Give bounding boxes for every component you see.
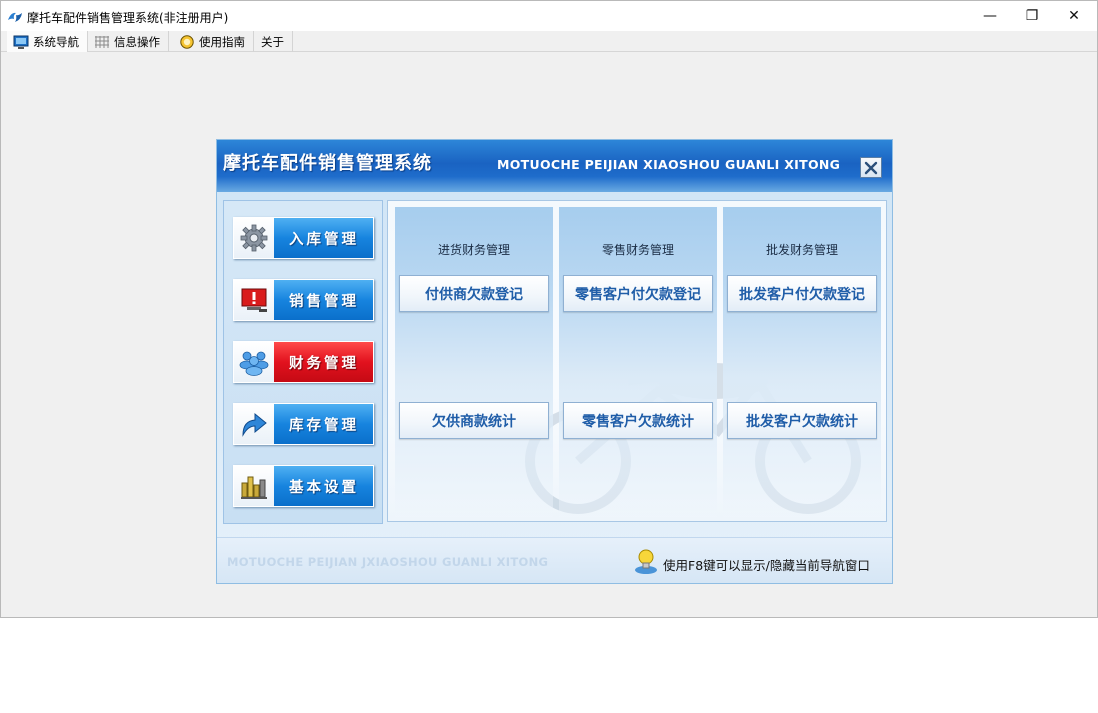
wholesale-customer-debt-stats-button[interactable]: 批发客户欠款统计 xyxy=(727,402,877,439)
users-icon xyxy=(234,342,274,382)
panel-title: 摩托车配件销售管理系统 xyxy=(223,153,432,174)
nav-button-label: 基本设置 xyxy=(289,479,359,496)
nav-button-label: 销售管理 xyxy=(289,293,359,310)
retail-customer-payment-register-button[interactable]: 零售客户付欠款登记 xyxy=(563,275,713,312)
menu-bar: 系统导航 信息操作 使用指南 关于 xyxy=(1,31,1097,52)
supplier-debt-stats-button[interactable]: 欠供商款统计 xyxy=(399,402,549,439)
menu-item-label: 使用指南 xyxy=(199,34,245,49)
nav-button-label: 财务管理 xyxy=(289,355,359,372)
menu-item-label: 关于 xyxy=(261,34,284,49)
nav-button-label: 库存管理 xyxy=(289,417,359,434)
nav-button-sales[interactable]: 销售管理 xyxy=(233,279,374,321)
supplier-payment-register-button[interactable]: 付供商欠款登记 xyxy=(399,275,549,312)
panel-close-button[interactable] xyxy=(860,157,882,178)
column-purchase-finance: 进货财务管理 付供商欠款登记 欠供商款统计 xyxy=(395,207,553,517)
footer-english-title: MOTUOCHE PEIJIAN JXIAOSHOU GUANLI XITONG xyxy=(227,555,549,569)
alert-monitor-icon xyxy=(234,280,274,320)
title-bar[interactable]: 摩托车配件销售管理系统(非注册用户) — ❐ ✕ xyxy=(1,1,1097,31)
footer-tip-text: 使用F8键可以显示/隐藏当前导航窗口 xyxy=(663,558,870,573)
minimize-button[interactable]: — xyxy=(967,1,1013,31)
menu-item-about[interactable]: 关于 xyxy=(255,31,293,52)
nav-button-stock-in[interactable]: 入库管理 xyxy=(233,217,374,259)
retail-customer-debt-stats-button[interactable]: 零售客户欠款统计 xyxy=(563,402,713,439)
close-icon xyxy=(864,161,878,174)
menu-item-label: 系统导航 xyxy=(33,34,79,49)
window-title: 摩托车配件销售管理系统(非注册用户) xyxy=(27,11,229,25)
panel-footer: MOTUOCHE PEIJIAN JXIAOSHOU GUANLI XITONG… xyxy=(217,537,892,583)
wholesale-customer-payment-register-button[interactable]: 批发客户付欠款登记 xyxy=(727,275,877,312)
navigation-panel: 摩托车配件销售管理系统 MOTUOCHE PEIJIAN XIAOSHOU GU… xyxy=(216,139,893,584)
panel-title-english: MOTUOCHE PEIJIAN XIAOSHOU GUANLI XITONG xyxy=(497,157,841,172)
module-nav: 入库管理 销售管理 财务管理 库存管理 基本设置 xyxy=(223,200,383,524)
arrow-icon xyxy=(234,404,274,444)
gear-icon xyxy=(234,218,274,258)
finance-content: 进货财务管理 付供商欠款登记 欠供商款统计 零售财务管理 零售客户付欠款登记 零… xyxy=(387,200,887,522)
panel-header: 摩托车配件销售管理系统 MOTUOCHE PEIJIAN XIAOSHOU GU… xyxy=(217,140,892,192)
menu-item-label: 信息操作 xyxy=(114,34,160,49)
lightbulb-icon xyxy=(635,549,657,574)
nav-button-label: 入库管理 xyxy=(289,231,359,248)
nav-button-finance[interactable]: 财务管理 xyxy=(233,341,374,383)
grid-icon xyxy=(95,35,109,48)
monitor-icon xyxy=(13,35,29,49)
nav-button-settings[interactable]: 基本设置 xyxy=(233,465,374,507)
menu-item-info-ops[interactable]: 信息操作 xyxy=(88,31,169,52)
column-title: 批发财务管理 xyxy=(765,243,838,257)
menu-item-system-nav[interactable]: 系统导航 xyxy=(7,31,88,52)
help-icon xyxy=(180,34,194,49)
app-window: 摩托车配件销售管理系统(非注册用户) — ❐ ✕ 系统导航 信息操作 使用指南 … xyxy=(0,0,1098,618)
app-logo-icon xyxy=(8,12,22,22)
restore-button[interactable]: ❐ xyxy=(1009,1,1055,31)
column-retail-finance: 零售财务管理 零售客户付欠款登记 零售客户欠款统计 xyxy=(559,207,717,517)
close-window-button[interactable]: ✕ xyxy=(1051,1,1097,31)
column-title: 零售财务管理 xyxy=(601,243,674,257)
column-wholesale-finance: 批发财务管理 批发客户付欠款登记 批发客户欠款统计 xyxy=(723,207,881,517)
column-title: 进货财务管理 xyxy=(437,243,510,257)
menu-item-guide[interactable]: 使用指南 xyxy=(173,31,254,52)
chart-icon xyxy=(234,466,274,506)
nav-button-inventory[interactable]: 库存管理 xyxy=(233,403,374,445)
